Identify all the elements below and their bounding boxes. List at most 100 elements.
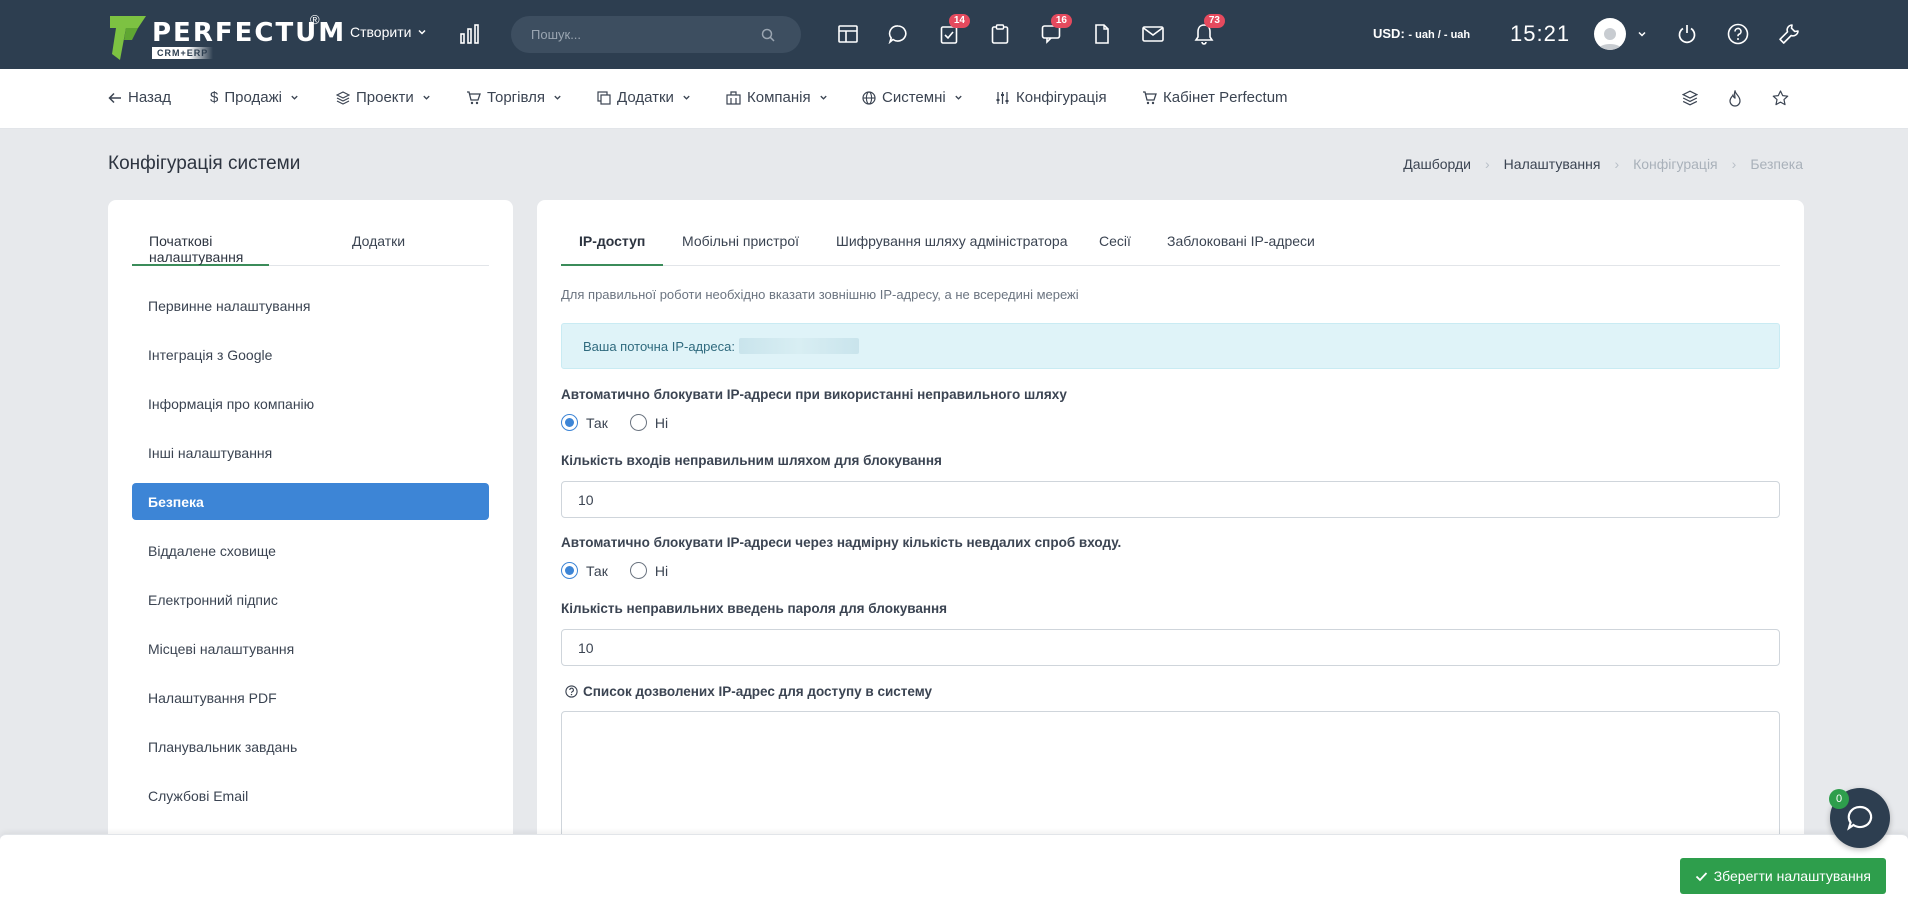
sidebar-item-security[interactable]: Безпека [132,483,489,520]
tab-addons[interactable]: Додатки [352,233,405,266]
cart-icon [1143,90,1157,104]
auto-block-path-yes-label: Так [586,414,608,431]
chat-badge: 0 [1829,789,1849,809]
user-avatar-icon [1598,28,1622,50]
save-settings-button[interactable]: Зберегти налаштування [1679,858,1886,894]
create-label: Створити [350,24,412,40]
auto-block-login-yes-radio[interactable] [561,562,578,579]
sidebar-item-service-email[interactable]: Службові Email [132,777,489,814]
globe-icon [862,90,876,105]
chevron-down-icon [819,95,827,100]
discussions-badge: 16 [1050,14,1072,28]
nav-projects[interactable]: Проекти [336,89,431,106]
password-attempts-input[interactable] [561,629,1780,666]
auto-block-path-no-radio[interactable] [629,414,647,431]
currency-value: - uah / - uah [1408,29,1471,41]
sidebar-item-local-settings[interactable]: Місцеві налаштування [132,630,489,667]
clipboard-icon [991,24,1009,44]
nav-system-label: Системні [882,89,946,106]
logo-subtitle: CRM+ERP [152,47,214,59]
file-icon [1095,24,1109,44]
chat-button[interactable] [885,21,911,47]
breadcrumb-dashboards[interactable]: Дашборди [1403,156,1471,172]
notifications-badge: 73 [1203,14,1225,28]
chevron-down-icon [423,95,430,100]
auto-block-login-label: Автоматично блокувати IP-адреси через на… [561,535,1122,550]
save-settings-label: Зберегти налаштування [1713,868,1871,884]
tab-mobile-devices[interactable]: Мобільні пристрої [682,233,799,266]
tab-initial-settings[interactable]: Початкові налаштування [132,233,269,266]
auto-block-path-yes-radio[interactable] [561,414,578,431]
help-icon[interactable] [565,685,578,698]
sliders-icon [996,91,1009,104]
notifications-button[interactable]: 73 [1191,14,1225,47]
sidebar-item-other-settings[interactable]: Інші налаштування [132,434,489,471]
search-input[interactable] [531,27,761,42]
help-button[interactable] [1725,21,1751,47]
breadcrumb: Дашборди › Налаштування › Конфігурація ›… [1403,156,1803,172]
clock: 15:21 [1510,21,1571,46]
path-attempts-input[interactable] [561,481,1780,518]
logo[interactable]: PERFECTUM ® CRM+ERP [108,12,344,60]
layers-button[interactable] [1682,90,1698,106]
sidebar-tabs: Початкові налаштування Додатки [132,233,489,266]
tasks-button[interactable]: 14 [936,14,970,47]
sidebar-item-pdf-settings[interactable]: Налаштування PDF [132,679,489,716]
nav-system[interactable]: Системні [862,89,963,106]
nav-back[interactable]: Назад [108,89,171,106]
layers-icon [336,90,350,105]
tab-ip-access[interactable]: IP-доступ [561,233,664,266]
dollar-icon: $ [210,89,219,106]
nav-config[interactable]: Конфігурація [995,89,1107,106]
chevron-down-icon [418,29,426,35]
nav-projects-label: Проекти [356,89,414,106]
chevron-down-icon[interactable] [1637,29,1647,39]
nav-trade[interactable]: Торгівля [466,89,562,106]
sidebar-item-company-info[interactable]: Інформація про компанію [132,385,489,422]
nav-company-label: Компанія [747,89,811,106]
files-button[interactable] [1089,21,1115,47]
search-icon[interactable] [761,28,775,42]
layout-button[interactable] [835,21,861,47]
logo-registered: ® [310,12,320,27]
tab-sessions[interactable]: Сесії [1099,233,1131,266]
create-dropdown[interactable]: Створити [350,24,427,40]
mail-button[interactable] [1140,21,1166,47]
footer-bar: Зберегти налаштування [0,834,1908,917]
settings-button[interactable] [1776,21,1802,47]
sidebar-item-google-integration[interactable]: Інтеграція з Google [132,336,489,373]
check-icon [1695,871,1707,881]
nav-sales[interactable]: $ Продажі [210,89,299,106]
breadcrumb-configuration[interactable]: Конфігурація [1633,156,1718,172]
favorites-button[interactable] [1772,90,1789,106]
fire-icon [1729,90,1741,107]
chevron-down-icon [683,95,690,100]
security-settings-panel: IP-доступ Мобільні пристрої Шифрування ш… [537,200,1804,917]
tab-blocked-ips[interactable]: Заблоковані IP-адреси [1167,233,1315,266]
tab-admin-path-encryption[interactable]: Шифрування шляху адміністратора [836,233,1068,266]
avatar[interactable] [1594,18,1626,50]
clipboard-button[interactable] [987,21,1013,47]
breadcrumb-security: Безпека [1750,156,1803,172]
sidebar-item-e-signature[interactable]: Електронний підпис [132,581,489,618]
auto-block-login-no-radio[interactable] [629,562,647,579]
current-ip-value-redacted [738,338,859,354]
mail-icon [1142,26,1164,42]
sidebar-item-remote-storage[interactable]: Віддалене сховище [132,532,489,569]
nav-cabinet[interactable]: Кабінет Perfectum [1142,89,1288,106]
auto-block-login-radios: Так Ні [561,562,682,579]
path-attempts-label: Кількість входів неправильним шляхом для… [561,453,942,468]
breadcrumb-settings[interactable]: Налаштування [1504,156,1601,172]
sidebar-item-primary-setup[interactable]: Первинне налаштування [132,287,489,324]
statistics-button[interactable] [457,21,483,47]
nav-addons[interactable]: Додатки [597,89,691,106]
logo-mark-icon [110,16,146,60]
sidebar-item-task-scheduler[interactable]: Планувальник завдань [132,728,489,765]
star-icon [1772,90,1789,106]
hot-button[interactable] [1728,90,1742,107]
nav-company[interactable]: Компанія [726,89,828,106]
copy-icon [597,90,611,105]
logout-button[interactable] [1674,21,1700,47]
settings-sidebar: Початкові налаштування Додатки Первинне … [108,200,513,917]
discussions-button[interactable]: 16 [1038,14,1072,47]
